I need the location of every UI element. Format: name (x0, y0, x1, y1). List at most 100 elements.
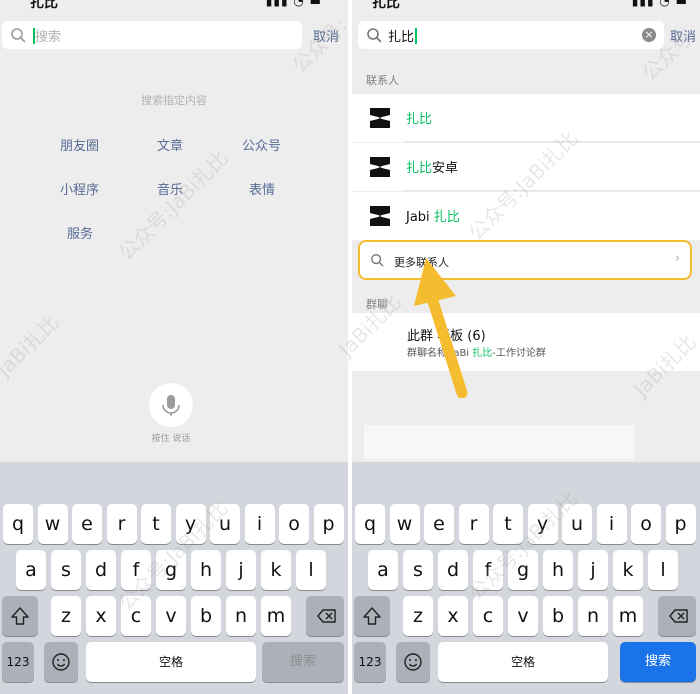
status-icons: ▮▮▮ ◔ ▬ (265, 0, 322, 8)
voice-label: 按住 说话 (151, 434, 191, 444)
key-p[interactable]: p (313, 504, 344, 544)
key-u[interactable]: u (210, 504, 240, 544)
key-d[interactable]: d (438, 550, 468, 590)
contact-result[interactable]: 扎比 (352, 94, 700, 142)
clear-icon[interactable]: × (642, 28, 656, 42)
key-l[interactable]: l (648, 550, 678, 590)
key-a[interactable]: a (16, 550, 46, 590)
key-k[interactable]: k (613, 550, 643, 590)
search-input[interactable]: 扎比 × (358, 21, 664, 49)
shift-key[interactable] (2, 596, 38, 636)
emoji-icon (404, 653, 422, 671)
key-e[interactable]: e (72, 504, 102, 544)
shift-key[interactable] (354, 596, 390, 636)
key-x[interactable]: x (86, 596, 116, 636)
emoji-key[interactable] (44, 642, 78, 682)
contact-name: Jabi 扎比 (406, 210, 460, 225)
search-query: 扎比 (388, 26, 418, 45)
key-v[interactable]: v (156, 596, 186, 636)
key-a[interactable]: a (368, 550, 398, 590)
key-j[interactable]: j (226, 550, 256, 590)
row-divider (404, 141, 700, 142)
voice-input-button[interactable] (149, 383, 193, 427)
key-v[interactable]: v (508, 596, 538, 636)
key-j[interactable]: j (578, 550, 608, 590)
key-i[interactable]: i (596, 504, 627, 544)
category-services[interactable]: 服务 (67, 223, 93, 242)
key-h[interactable]: h (191, 550, 221, 590)
numbers-key[interactable]: 123 (354, 642, 386, 682)
key-o[interactable]: o (631, 504, 661, 544)
key-c[interactable]: c (121, 596, 151, 636)
category-mini-programs[interactable]: 小程序 (60, 179, 99, 198)
status-title: 扎比 (30, 0, 58, 11)
more-contacts-button[interactable]: 更多联系人 › (358, 240, 692, 280)
key-m[interactable]: m (613, 596, 643, 636)
category-articles[interactable]: 文章 (157, 135, 183, 154)
key-t[interactable]: t (493, 504, 523, 544)
key-d[interactable]: d (86, 550, 116, 590)
space-key[interactable]: 空格 (86, 642, 256, 682)
key-s[interactable]: s (403, 550, 433, 590)
key-w[interactable]: w (389, 504, 420, 544)
category-official-accounts[interactable]: 公众号 (242, 135, 281, 154)
search-input[interactable]: 搜索 (2, 21, 302, 49)
key-l[interactable]: l (296, 550, 326, 590)
contacts-section-label: 联系人 (366, 74, 399, 87)
key-f[interactable]: f (121, 550, 151, 590)
group-result[interactable]: 此群 老板 (6) 群聊名称:JaBi 扎比-工作讨论群 (352, 313, 700, 371)
key-r[interactable]: r (106, 504, 137, 544)
key-i[interactable]: i (244, 504, 275, 544)
key-n[interactable]: n (578, 596, 608, 636)
contact-name: 扎比安卓 (406, 161, 459, 176)
key-b[interactable]: b (543, 596, 573, 636)
key-r[interactable]: r (458, 504, 489, 544)
key-k[interactable]: k (261, 550, 291, 590)
backspace-key[interactable] (658, 596, 696, 636)
backspace-icon (669, 609, 688, 623)
keyboard: q w e r t y u i o p a s d f g h j k l z … (352, 462, 700, 694)
key-u[interactable]: u (562, 504, 592, 544)
backspace-key[interactable] (306, 596, 344, 636)
key-z[interactable]: z (51, 596, 81, 636)
key-f[interactable]: f (473, 550, 503, 590)
key-w[interactable]: w (37, 504, 68, 544)
numbers-key[interactable]: 123 (2, 642, 34, 682)
space-key[interactable]: 空格 (438, 642, 608, 682)
emoji-key[interactable] (396, 642, 430, 682)
cancel-button[interactable]: 取消 (313, 26, 339, 45)
key-c[interactable]: c (473, 596, 503, 636)
key-s[interactable]: s (51, 550, 81, 590)
avatar (370, 157, 390, 177)
key-h[interactable]: h (543, 550, 573, 590)
category-moments[interactable]: 朋友圈 (60, 135, 99, 154)
category-music[interactable]: 音乐 (157, 179, 183, 198)
search-icon (11, 28, 26, 43)
contact-result[interactable]: Jabi 扎比 (352, 192, 700, 240)
key-q[interactable]: q (355, 504, 385, 544)
key-t[interactable]: t (141, 504, 171, 544)
search-icon (367, 28, 382, 43)
key-g[interactable]: g (156, 550, 186, 590)
search-key[interactable]: 搜索 (620, 642, 696, 682)
category-stickers[interactable]: 表情 (249, 179, 275, 198)
key-x[interactable]: x (438, 596, 468, 636)
key-o[interactable]: o (279, 504, 309, 544)
key-z[interactable]: z (403, 596, 433, 636)
chevron-right-icon: › (674, 251, 680, 266)
key-q[interactable]: q (3, 504, 33, 544)
key-e[interactable]: e (424, 504, 454, 544)
key-g[interactable]: g (508, 550, 538, 590)
cancel-button[interactable]: 取消 (670, 26, 696, 45)
key-m[interactable]: m (261, 596, 291, 636)
contact-result[interactable]: 扎比安卓 (352, 143, 700, 191)
key-y[interactable]: y (527, 504, 558, 544)
key-n[interactable]: n (226, 596, 256, 636)
key-y[interactable]: y (175, 504, 206, 544)
annotation-arrow-icon (414, 258, 468, 398)
right-screen: 扎比 ▮▮▮ ◔ ▬ 扎比 × 取消 联系人 扎比 扎比安卓 Jabi 扎比 更… (352, 0, 700, 694)
search-key[interactable]: 搜索 (262, 642, 344, 682)
status-title: 扎比 (372, 0, 400, 11)
key-p[interactable]: p (665, 504, 696, 544)
key-b[interactable]: b (191, 596, 221, 636)
